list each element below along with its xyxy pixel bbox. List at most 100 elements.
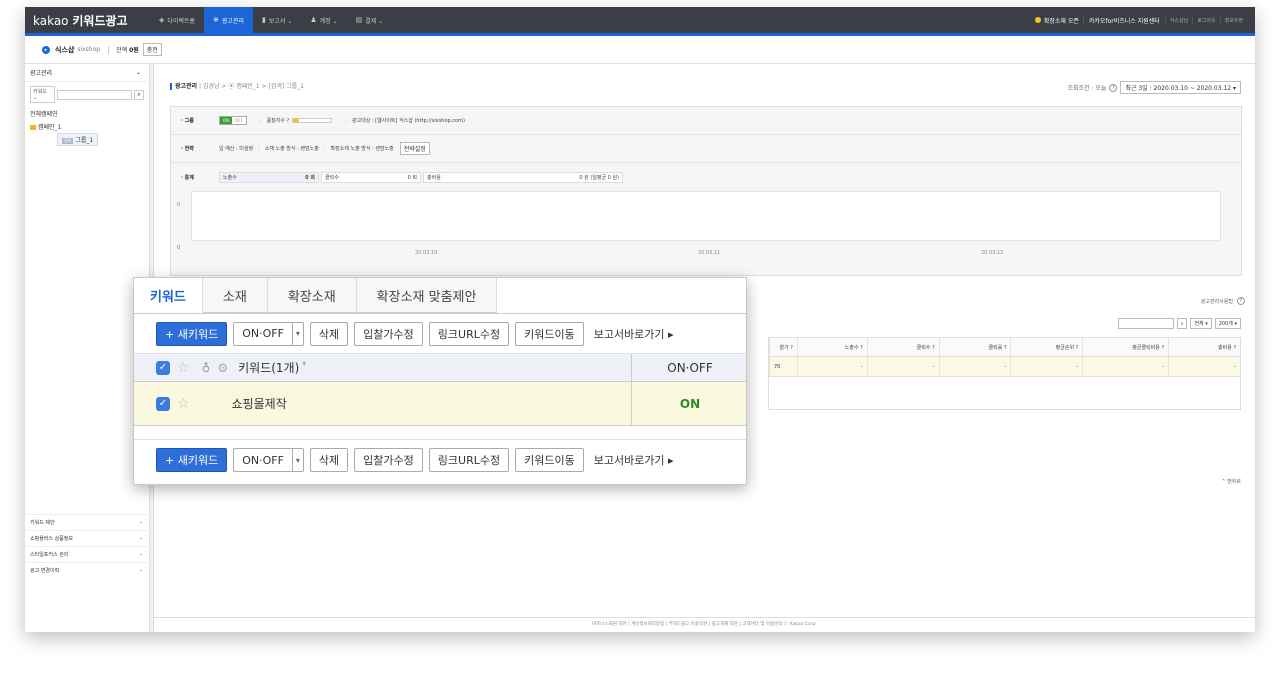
logo[interactable]: kakao 키워드광고 — [25, 12, 150, 29]
filter-select[interactable]: 전체 ▾ — [1190, 318, 1212, 329]
sort-icon: ▾ — [302, 359, 307, 368]
support-center-link[interactable]: 카카오for비즈니스 지원센터 — [1082, 15, 1165, 25]
sidebar: 광고관리 ⌄ 키워드 ⌄ ⌕ 전체캠페인 캠페인_1 검색 그룹_1 키워드 제안 ›… — [25, 64, 150, 632]
onoff-column-header[interactable]: ON·OFF — [631, 354, 748, 381]
delete-button[interactable]: 삭제 — [309, 448, 349, 472]
sidebar-search-input[interactable] — [57, 89, 132, 100]
top-right-links: 확장소재 오픈 카카오for비즈니스 지원센터 식스샵님 로그아웃 정보수정 — [1031, 7, 1247, 33]
promo-link[interactable]: 확장소재 오픈 — [1031, 16, 1083, 25]
sidebar-item-keyword-suggest[interactable]: 키워드 제안 › — [25, 514, 150, 530]
new-keyword-button[interactable]: + 새키워드 — [156, 321, 228, 346]
col-ctr[interactable]: 클릭률 ? — [938, 338, 1011, 356]
chart-icon: ▮ — [261, 16, 266, 24]
logout-link[interactable]: 로그아웃 — [1192, 16, 1219, 24]
keyword-state[interactable]: ON — [631, 382, 748, 425]
search-icon[interactable]: ⌕ — [1176, 318, 1188, 329]
help-icon[interactable]: ? — [1109, 83, 1118, 92]
keyword-toolbar-top: + 새키워드 ON·OFF ▾ 삭제 입찰가수정 링크URL수정 키워드이동 보고… — [134, 314, 746, 354]
col-clicks[interactable]: 클릭수 ? — [866, 338, 939, 356]
account-name[interactable]: 식스샵 — [55, 45, 74, 55]
period-select[interactable]: 최근 3일 : 2020.03.10 ~ 2020.03.12 ▾ — [1120, 81, 1241, 94]
top-navigation-bar: kakao 키워드광고 ◈ 다이렉트홈 ❈ 광고관리 ▮ 보고서 ⌄ ♟ 계정 ⌄ ▤ 결… — [25, 7, 1255, 33]
keyword-row[interactable]: ✓ ☆ 쇼핑몰제작 ON — [134, 382, 746, 426]
bid-edit-button[interactable]: 입찰가수정 — [354, 448, 423, 472]
sidebar-item-change-history[interactable]: 광고 변경이력 › — [25, 562, 150, 578]
folder-icon — [30, 125, 36, 130]
tree-group-1[interactable]: 검색 그룹_1 — [57, 133, 99, 146]
col-avg-cpc[interactable]: 평균클릭비용 ? — [1082, 338, 1168, 356]
chart-y-label: 0 — [177, 202, 181, 208]
tab-creative[interactable]: 소재 — [202, 278, 268, 313]
link-url-edit-button[interactable]: 링크URL수정 — [428, 448, 510, 472]
promo-dot-icon — [1034, 17, 1041, 23]
sidebar-item-style-focus[interactable]: 스타일포커스 관리 › — [25, 546, 150, 562]
keyword-move-button[interactable]: 키워드이동 — [515, 448, 584, 472]
keyword-toolbar-bottom: + 새키워드 ON·OFF ▾ 삭제 입찰가수정 링크URL수정 키워드이동 보고… — [134, 440, 746, 480]
tree-campaign-1[interactable]: 캠페인_1 — [25, 120, 149, 133]
stat-impressions[interactable]: 노출수 0 회 — [219, 171, 319, 183]
sidebar-item-shopping-plus[interactable]: 쇼핑플러스 상품정보 › — [25, 530, 150, 546]
charge-button[interactable]: 충전 — [142, 43, 162, 56]
col-bid[interactable]: 찰가 ? — [769, 338, 797, 356]
nav-account[interactable]: ♟ 계정 ⌄ — [301, 7, 346, 33]
star-icon[interactable]: ☆ — [177, 396, 190, 412]
keyword-name[interactable]: 쇼핑몰제작 — [232, 395, 287, 412]
star-icon[interactable]: ☆ — [177, 360, 190, 376]
col-total-cost[interactable]: 총비용 ? — [1168, 338, 1240, 356]
quality-index-bar — [292, 118, 333, 123]
keyword-table: 찰가 ? 노출수 ? 클릭수 ? 클릭률 ? 평균순위 ? 평균클릭비용 ? 총… — [768, 337, 1241, 410]
sidebar-search: 키워드 ⌄ ⌕ — [25, 82, 149, 107]
account-icon: ▸ — [42, 45, 50, 54]
group-onoff-toggle[interactable]: ON OFF — [219, 116, 247, 125]
select-all-checkbox[interactable]: ✓ — [156, 360, 170, 375]
delete-button[interactable]: 삭제 — [309, 321, 349, 346]
user-name-link[interactable]: 식스샵님 — [1164, 16, 1192, 24]
stat-cost[interactable]: 총비용 0 원 (일평균 0 원) — [423, 171, 623, 183]
account-id: sixshop — [77, 46, 101, 53]
footer: 비즈니스회원 약관 | 개인정보처리방침 | 키워드광고 이용약관 | 광고게재… — [154, 617, 1255, 632]
chart-y-label: 0 — [177, 245, 181, 251]
new-keyword-button[interactable]: + 새키워드 — [156, 448, 228, 472]
sidebar-header[interactable]: 광고관리 ⌄ — [25, 64, 149, 82]
chevron-right-icon: › — [140, 567, 142, 574]
report-shortcut-link[interactable]: 보고서바로가기 ▸ — [594, 326, 674, 342]
page-size-select[interactable]: 200개 ▾ — [1214, 318, 1241, 329]
usage-tip-link[interactable]: 광고관리사용팁? — [1201, 297, 1245, 305]
chevron-down-icon: ⌄ — [135, 69, 141, 76]
balance: 잔액 0원 — [116, 47, 139, 54]
keyword-move-button[interactable]: 키워드이동 — [515, 321, 584, 346]
table-header: 찰가 ? 노출수 ? 클릭수 ? 클릭률 ? 평균순위 ? 평균클릭비용 ? 총… — [769, 338, 1240, 357]
tree-all-campaigns[interactable]: 전체캠페인 — [25, 107, 149, 120]
link-url-edit-button[interactable]: 링크URL수정 — [428, 321, 510, 346]
strategy-settings-button[interactable]: 전략설정 — [399, 142, 430, 155]
tab-extension[interactable]: 확장소재 — [267, 278, 357, 313]
period-filter: 조회조건 : 오늘 ? 최근 3일 : 2020.03.10 ~ 2020.03… — [1067, 81, 1241, 94]
group-info-panel: · 그룹 ON OFF | 품질지수 ? | 광고대상 : [웹사이트] 식스샵 … — [170, 106, 1242, 276]
table-search-input[interactable] — [1117, 318, 1174, 329]
nav-payment[interactable]: ▤ 결제 ⌄ — [347, 7, 393, 33]
home-icon: ◈ — [159, 16, 165, 24]
onoff-dropdown[interactable]: ON·OFF ▾ — [233, 448, 304, 472]
tab-extension-suggest[interactable]: 확장소재 맞춤제안 — [356, 278, 498, 313]
table-row[interactable]: 70 - - - - - - — [769, 357, 1240, 377]
nav-ad-management[interactable]: ❈ 광고관리 — [204, 7, 253, 33]
onoff-dropdown[interactable]: ON·OFF ▾ — [233, 321, 304, 346]
nav-report[interactable]: ▮ 보고서 ⌄ — [253, 7, 301, 33]
search-type-select[interactable]: 키워드 ⌄ — [30, 86, 55, 103]
edit-info-link[interactable]: 정보수정 — [1219, 16, 1247, 24]
col-impressions[interactable]: 노출수 ? — [796, 338, 867, 356]
nav-direct-home[interactable]: ◈ 다이렉트홈 — [150, 7, 204, 33]
chevron-down-icon: ▾ — [291, 322, 303, 345]
search-icon[interactable]: ⌕ — [134, 89, 144, 100]
user-icon: ♟ — [310, 16, 317, 24]
bid-edit-button[interactable]: 입찰가수정 — [354, 321, 423, 346]
keyword-column-header[interactable]: 키워드(1개) ▾ — [238, 359, 306, 376]
tab-keyword[interactable]: 키워드 — [134, 278, 203, 313]
stat-clicks[interactable]: 클릭수 0 회 — [321, 171, 421, 183]
bulb-icon: ♁ — [201, 360, 211, 375]
row-checkbox[interactable]: ✓ — [156, 396, 170, 411]
settings-icon[interactable]: ⚙ — [217, 361, 228, 375]
col-avg-rank[interactable]: 평균순위 ? — [1010, 338, 1082, 356]
report-shortcut-link[interactable]: 보고서바로가기 ▸ — [594, 452, 674, 468]
back-to-top-link[interactable]: ^ 맨위로 — [1221, 478, 1241, 485]
